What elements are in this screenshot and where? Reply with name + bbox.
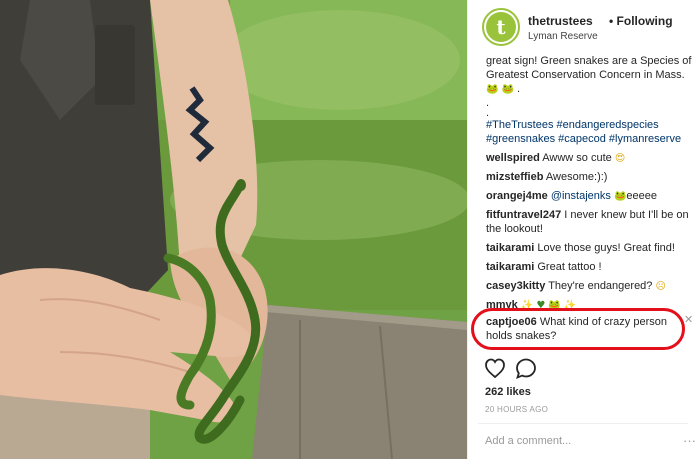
comment-username[interactable]: taikarami <box>486 242 534 254</box>
post-location[interactable]: Lyman Reserve <box>528 31 598 42</box>
comment-item: casey3kitty They're endangered? ☹ <box>486 279 693 293</box>
post-header: t thetrustees • Following Lyman Reserve <box>468 0 700 52</box>
following-button[interactable]: • Following <box>609 14 673 28</box>
post-photo[interactable] <box>0 0 467 459</box>
post-actions <box>485 358 565 380</box>
comment-bubble-icon[interactable] <box>516 358 536 380</box>
avatar[interactable]: t <box>482 8 520 46</box>
comment-item: orangej4me @instajenks 🐸eeeee <box>486 189 693 203</box>
divider <box>478 423 688 424</box>
post-caption: great sign! Green snakes are a Species o… <box>486 55 692 95</box>
heart-eyes-emoji-icon: 😍 <box>614 153 626 164</box>
delete-comment-icon[interactable]: ✕ <box>684 313 693 326</box>
comment-username[interactable]: casey3kitty <box>486 280 545 292</box>
like-heart-icon[interactable] <box>485 358 505 379</box>
comment-text: Awesome:):) <box>545 171 608 183</box>
comment-username[interactable]: wellspired <box>486 152 540 164</box>
caption-dot: . <box>486 97 490 109</box>
caption-hashtags[interactable]: #TheTrustees #endangeredspecies #greensn… <box>486 118 693 146</box>
frog-emoji-icon: 🐸 <box>486 84 499 95</box>
comment-item: fitfuntravel247 I never knew but I'll be… <box>486 208 693 236</box>
more-options-icon[interactable]: ··· <box>683 433 696 448</box>
comment-item: wellspired Awww so cute 😍 <box>486 151 693 165</box>
likes-count[interactable]: 262 likes <box>485 386 531 398</box>
red-highlight-oval <box>471 308 685 350</box>
comment-item: mizsteffieb Awesome:):) <box>486 170 693 184</box>
add-comment-input[interactable]: Add a comment... <box>485 435 571 447</box>
post-timestamp[interactable]: 20 HOURS AGO <box>485 405 548 414</box>
comment-text: Awww so cute <box>542 152 612 164</box>
comment-username[interactable]: fitfuntravel247 <box>486 209 561 221</box>
comment-username[interactable]: taikarami <box>486 261 534 273</box>
caption-dot: . <box>486 107 490 119</box>
comment-item: taikarami Love those guys! Great find! <box>486 241 693 255</box>
account-username[interactable]: thetrustees <box>528 14 593 28</box>
comment-text: eeeee <box>626 190 658 202</box>
comment-item: taikarami Great tattoo ! <box>486 260 693 274</box>
caption-text: great sign! Green snakes are a Species o… <box>486 55 692 81</box>
avatar-letter: t <box>486 12 516 42</box>
snake-photo-illustration <box>0 0 467 459</box>
comment-text: They're endangered? <box>548 280 653 292</box>
comment-text: Love those guys! Great find! <box>537 242 675 254</box>
comment-username[interactable]: mizsteffieb <box>486 171 543 183</box>
comment-username[interactable]: orangej4me <box>486 190 548 202</box>
comment-mention[interactable]: @instajenks <box>551 190 611 202</box>
frog-emoji-icon: 🐸 <box>613 191 627 202</box>
comment-text: Great tattoo ! <box>537 261 602 273</box>
frog-emoji-icon: 🐸 <box>501 84 514 95</box>
sad-emoji-icon: ☹ <box>655 281 666 292</box>
